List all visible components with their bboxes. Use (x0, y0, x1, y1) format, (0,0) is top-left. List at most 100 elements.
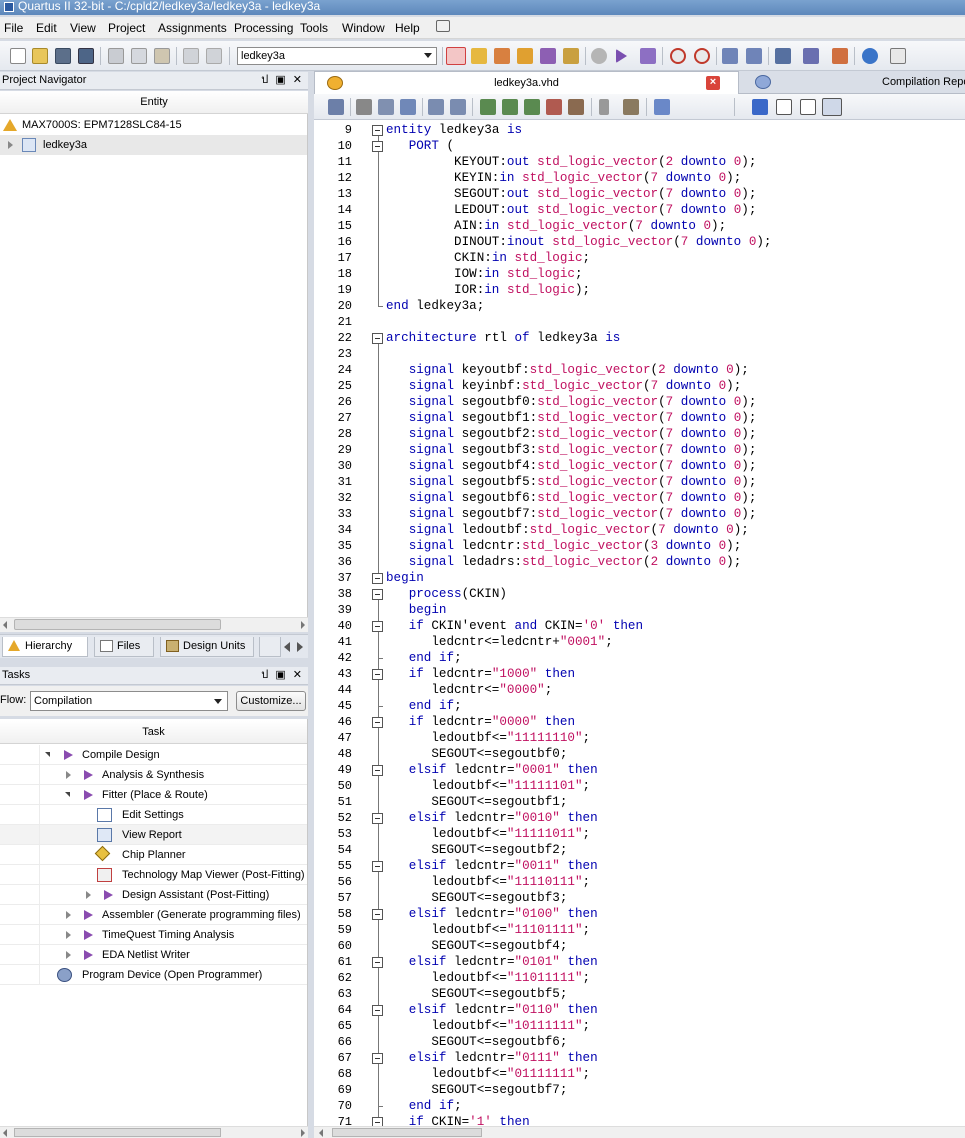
expand-arrow-icon[interactable] (66, 771, 71, 779)
code-line[interactable]: SEGOUT<=segoutbf7; (386, 1082, 567, 1098)
code-line[interactable]: ledcntr<=ledcntr+"0001"; (386, 634, 612, 650)
code-line[interactable]: DINOUT:inout std_logic_vector(7 downto 0… (386, 234, 771, 250)
tech-map-icon[interactable] (746, 48, 762, 64)
tab-compilation-report[interactable]: Compilation Repo (754, 71, 965, 94)
expand-arrow-icon[interactable] (66, 911, 71, 919)
editor-horizontal-scrollbar[interactable] (314, 1126, 965, 1138)
flow-select[interactable]: Compilation (30, 691, 228, 711)
start-compilation-icon[interactable] (616, 49, 627, 63)
task-row[interactable]: Analysis & Synthesis (0, 765, 307, 785)
code-line[interactable]: if CKIN='1' then (386, 1114, 530, 1126)
settings-icon[interactable] (517, 48, 533, 64)
code-line[interactable]: signal ledadrs:std_logic_vector(2 downto… (386, 554, 742, 570)
code-line[interactable]: PORT ( (386, 138, 454, 154)
navigator-horizontal-scrollbar[interactable] (0, 617, 308, 632)
code-line[interactable]: signal ledcntr:std_logic_vector(3 downto… (386, 538, 742, 554)
task-row[interactable]: Technology Map Viewer (Post-Fitting) (0, 865, 307, 885)
collapse-fold-icon[interactable] (372, 861, 383, 872)
next-bookmark-icon[interactable] (502, 99, 518, 115)
collapse-arrow-icon[interactable] (65, 792, 70, 797)
undo-icon[interactable] (183, 48, 199, 64)
code-line[interactable]: SEGOUT<=segoutbf6; (386, 1034, 567, 1050)
tab-ip-components[interactable] (259, 637, 281, 657)
code-line[interactable]: ledoutbf<="01111111"; (386, 1066, 590, 1082)
code-line[interactable]: signal segoutbf3:std_logic_vector(7 down… (386, 442, 757, 458)
task-column-header[interactable]: Task (0, 721, 307, 744)
code-line[interactable]: ledoutbf<="10111111"; (386, 1018, 590, 1034)
code-line[interactable]: signal keyinbf:std_logic_vector(7 downto… (386, 378, 742, 394)
code-line[interactable]: signal segoutbf7:std_logic_vector(7 down… (386, 506, 757, 522)
tab-ledkey3a-vhd[interactable]: ledkey3a.vhd × (314, 71, 739, 94)
code-line[interactable]: signal segoutbf4:std_logic_vector(7 down… (386, 458, 757, 474)
code-line[interactable]: SEGOUT<=segoutbf4; (386, 938, 567, 954)
scroll-right-icon[interactable] (301, 621, 305, 629)
panel-controls[interactable]: ป ▣ ✕ (261, 72, 304, 89)
code-line[interactable]: signal segoutbf2:std_logic_vector(7 down… (386, 426, 757, 442)
code-line[interactable]: SEGOUT<=segoutbf2; (386, 842, 567, 858)
code-line[interactable]: elsif ledcntr="0011" then (386, 858, 598, 874)
scroll-left-icon[interactable] (3, 1129, 7, 1137)
expand-arrow-icon[interactable] (86, 891, 91, 899)
customize-button[interactable]: Customize... (236, 691, 306, 711)
collapse-fold-icon[interactable] (372, 141, 383, 152)
menu-project[interactable]: Project (108, 21, 145, 35)
code-line[interactable]: end ledkey3a; (386, 298, 484, 314)
code-line[interactable]: ledoutbf<="11101111"; (386, 922, 590, 938)
task-row[interactable]: Assembler (Generate programming files) (0, 905, 307, 925)
menu-window[interactable]: Window (342, 21, 385, 35)
paste-icon[interactable] (154, 48, 170, 64)
task-row[interactable]: Compile Design (0, 745, 307, 765)
full-screen-icon[interactable] (822, 98, 842, 116)
list-view-icon[interactable] (800, 99, 816, 115)
code-line[interactable]: architecture rtl of ledkey3a is (386, 330, 620, 346)
menu-processing[interactable]: Processing (234, 21, 293, 35)
tasks-horizontal-scrollbar[interactable] (0, 1126, 308, 1138)
task-row[interactable]: TimeQuest Timing Analysis (0, 925, 307, 945)
collapse-fold-icon[interactable] (372, 717, 383, 728)
tabs-scroll-left-icon[interactable] (284, 642, 290, 652)
logic-lock-icon[interactable] (563, 48, 579, 64)
menu-tools[interactable]: Tools (300, 21, 328, 35)
code-line[interactable]: SEGOUT<=segoutbf0; (386, 746, 567, 762)
timing-analyzer-icon[interactable] (670, 48, 686, 64)
device-row[interactable]: MAX7000S: EPM7128SLC84-15 (0, 115, 307, 135)
code-line[interactable]: LEDOUT:out std_logic_vector(7 downto 0); (386, 202, 756, 218)
code-line[interactable]: begin (386, 570, 424, 586)
comment-icon[interactable] (623, 99, 639, 115)
new-file-icon[interactable] (10, 48, 26, 64)
collapse-fold-icon[interactable] (372, 333, 383, 344)
toggle-bookmark-icon[interactable] (480, 99, 496, 115)
collapse-fold-icon[interactable] (372, 669, 383, 680)
collapse-fold-icon[interactable] (372, 813, 383, 824)
code-line[interactable]: ledoutbf<="11110111"; (386, 874, 590, 890)
task-row[interactable]: Fitter (Place & Route) (0, 785, 307, 805)
code-line[interactable]: SEGOUT:out std_logic_vector(7 downto 0); (386, 186, 756, 202)
code-line[interactable]: process(CKIN) (386, 586, 507, 602)
open-folder-icon[interactable] (32, 48, 48, 64)
find-icon[interactable] (356, 99, 372, 115)
expand-arrow-icon[interactable] (66, 931, 71, 939)
code-line[interactable]: ledcntr<="0000"; (386, 682, 552, 698)
code-line[interactable]: signal segoutbf5:std_logic_vector(7 down… (386, 474, 757, 490)
collapse-fold-icon[interactable] (372, 621, 383, 632)
collapse-fold-icon[interactable] (372, 573, 383, 584)
feedback-icon[interactable] (436, 20, 450, 32)
find-replace-icon[interactable] (378, 99, 394, 115)
code-line[interactable]: end if; (386, 698, 462, 714)
rtl-viewer-icon[interactable] (722, 48, 738, 64)
code-line[interactable]: elsif ledcntr="0001" then (386, 762, 598, 778)
entity-row-ledkey3a[interactable]: ledkey3a (0, 135, 307, 155)
indent-icon[interactable] (428, 99, 444, 115)
copy-icon[interactable] (131, 48, 147, 64)
collapse-fold-icon[interactable] (372, 1117, 383, 1126)
scroll-thumb[interactable] (14, 1128, 221, 1137)
menu-edit[interactable]: Edit (36, 21, 57, 35)
scroll-right-icon[interactable] (301, 1129, 305, 1137)
tab-files[interactable]: Files (94, 637, 154, 657)
bookmark-list-icon[interactable] (568, 99, 584, 115)
collapse-fold-icon[interactable] (372, 909, 383, 920)
code-line[interactable]: signal segoutbf1:std_logic_vector(7 down… (386, 410, 757, 426)
code-line[interactable]: begin (386, 602, 447, 618)
code-editor[interactable]: 9 10 11 12 13 14 15 16 17 18 19 20 21 22 23 24 25 26 27 28 2… (314, 120, 965, 1126)
help-icon[interactable] (862, 48, 878, 64)
